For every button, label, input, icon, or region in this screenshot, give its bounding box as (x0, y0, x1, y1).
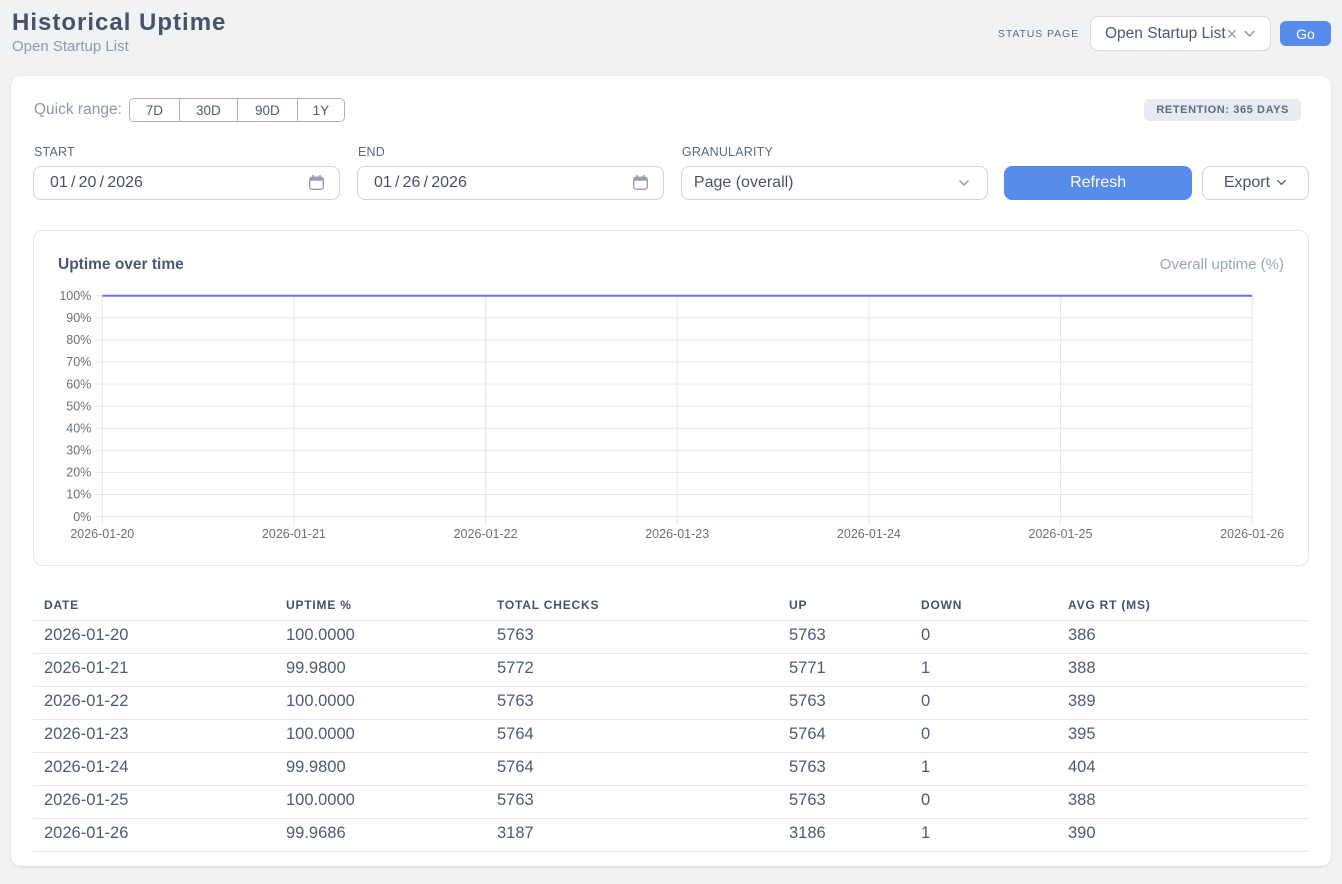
svg-text:2026-01-24: 2026-01-24 (837, 527, 901, 541)
svg-text:0%: 0% (73, 509, 91, 523)
svg-text:2026-01-20: 2026-01-20 (70, 527, 134, 541)
svg-text:2026-01-21: 2026-01-21 (262, 527, 326, 541)
svg-text:50%: 50% (66, 399, 91, 413)
svg-text:90%: 90% (66, 311, 91, 325)
svg-text:2026-01-25: 2026-01-25 (1029, 527, 1093, 541)
svg-text:60%: 60% (66, 377, 91, 391)
svg-text:40%: 40% (66, 421, 91, 435)
svg-text:2026-01-26: 2026-01-26 (1220, 527, 1284, 541)
svg-text:100%: 100% (59, 289, 91, 303)
svg-text:10%: 10% (66, 487, 91, 501)
svg-text:80%: 80% (66, 333, 91, 347)
svg-text:2026-01-22: 2026-01-22 (454, 527, 518, 541)
svg-text:2026-01-23: 2026-01-23 (645, 527, 709, 541)
svg-text:20%: 20% (66, 465, 91, 479)
svg-text:70%: 70% (66, 355, 91, 369)
svg-text:30%: 30% (66, 443, 91, 457)
